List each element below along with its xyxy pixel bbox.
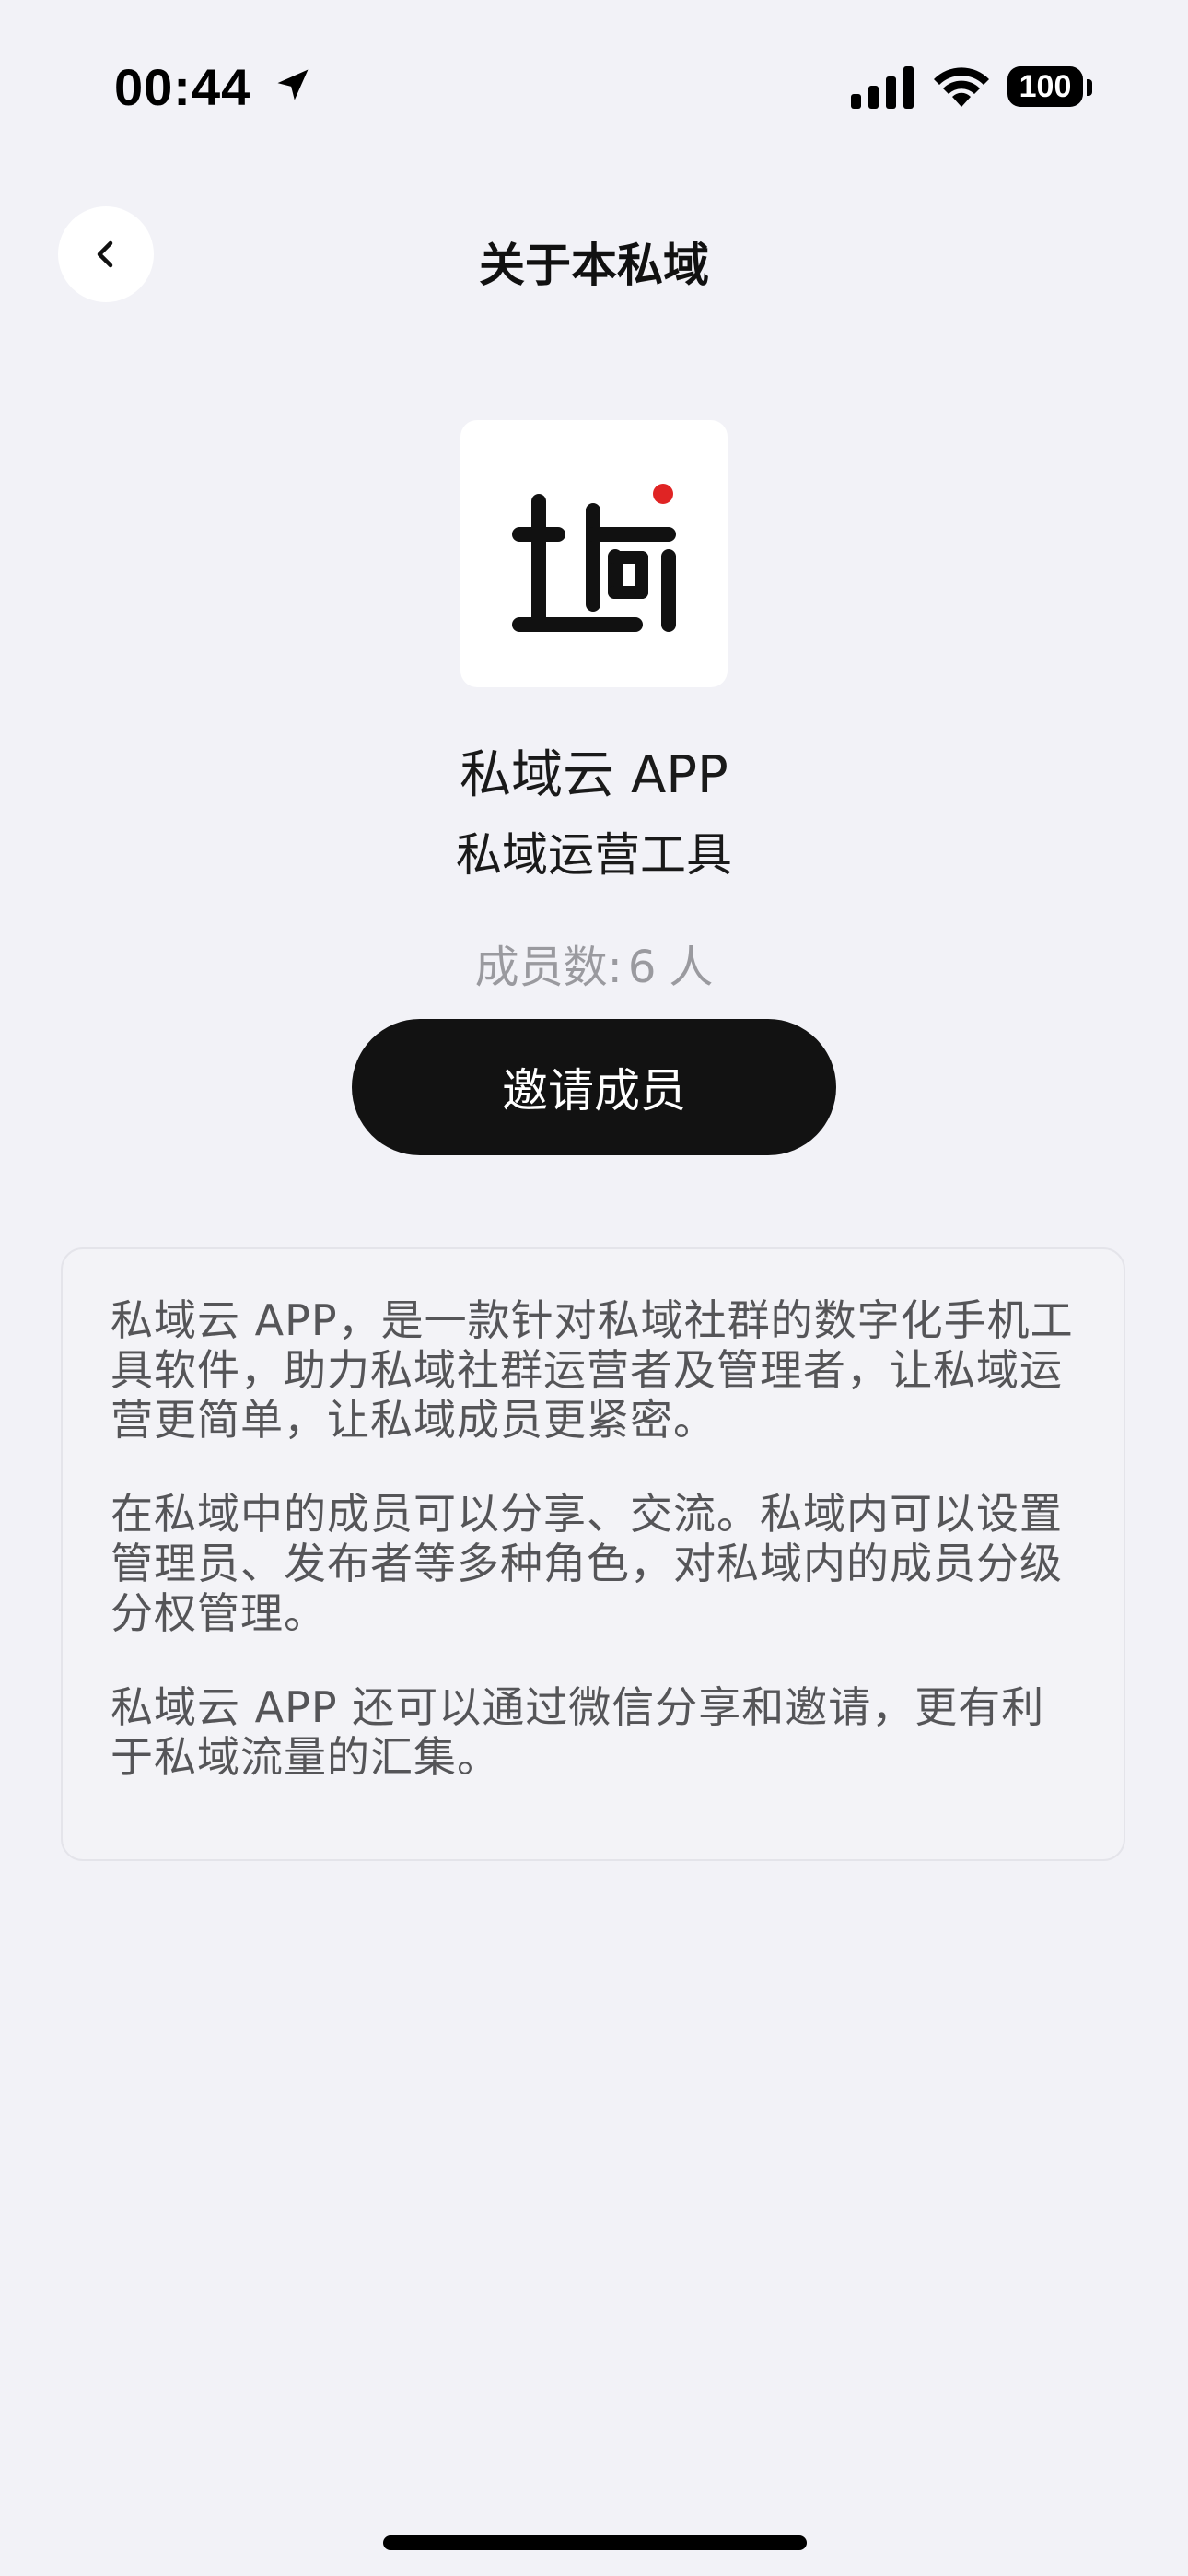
logo-glyph: [512, 484, 676, 632]
description-card: 私域云 APP，是一款针对私域社群的数字化手机工具软件，助力私域社群运营者及管理…: [61, 1247, 1125, 1861]
home-indicator[interactable]: [383, 2535, 807, 2550]
description-paragraph: 在私域中的成员可以分享、交流。私域内可以设置管理员、发布者等多种角色，对私域内的…: [111, 1489, 1063, 1638]
member-count-unit: 人: [669, 942, 714, 993]
battery-cap: [1087, 79, 1092, 96]
wifi-icon: [934, 67, 989, 107]
location-arrow-icon: [277, 69, 309, 100]
signal-icon: [851, 66, 914, 109]
app-name: 私域云 APP: [460, 745, 728, 805]
member-count-value: 6: [627, 942, 657, 993]
status-time: 00:44: [114, 58, 251, 116]
nav-bar: 关于本私域: [0, 193, 1188, 313]
description-paragraph: 私域云 APP 还可以通过微信分享和邀请，更有利于私域流量的汇集。: [111, 1682, 1045, 1782]
description-paragraph: 私域云 APP，是一款针对私域社群的数字化手机工具软件，助力私域社群运营者及管理…: [111, 1295, 1074, 1445]
app-subtitle: 私域运营工具: [456, 828, 732, 882]
status-bar: 00:44 100: [0, 0, 1188, 175]
invite-members-button[interactable]: 邀请成员: [352, 1019, 836, 1155]
member-count-label: 成员数:: [474, 942, 623, 993]
member-count: 成员数: 6 人: [0, 931, 1188, 995]
app-logo: [460, 420, 728, 687]
battery-icon: 100: [1007, 66, 1083, 107]
page-title: 关于本私域: [479, 239, 709, 292]
